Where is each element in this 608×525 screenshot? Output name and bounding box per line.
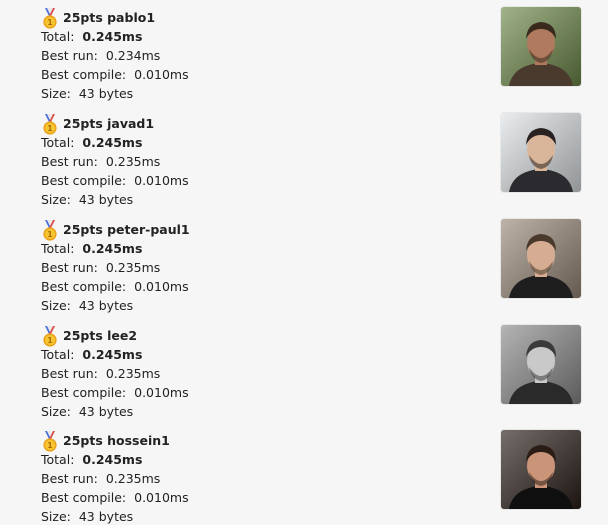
best-run-value: 0.235ms	[105, 154, 161, 169]
best-run-line: Best run: 0.234ms	[41, 46, 160, 65]
total-label: Total:	[41, 29, 75, 44]
best-compile-line: Best compile: 0.010ms	[41, 383, 189, 402]
list-item: 1 25pts lee2 Total: 0.245ms Best run: 0.…	[0, 318, 608, 421]
best-run-value: 0.234ms	[105, 48, 161, 63]
list-item: 1 25pts pablo1 Total: 0.245ms Best run: …	[0, 0, 608, 103]
best-run-value: 0.235ms	[105, 366, 161, 381]
size-line: Size: 43 bytes	[41, 507, 133, 525]
avatar[interactable]	[501, 325, 581, 404]
gold-medal-icon: 1	[41, 114, 59, 135]
total-label: Total:	[41, 452, 75, 467]
entry-title: 25pts javad1	[63, 116, 155, 131]
leaderboard-list: 1 25pts pablo1 Total: 0.245ms Best run: …	[0, 0, 608, 525]
total-value: 0.245ms	[82, 241, 143, 256]
svg-text:1: 1	[47, 124, 52, 133]
total-value: 0.245ms	[82, 452, 143, 467]
best-run-label: Best run:	[41, 471, 98, 486]
best-run-label: Best run:	[41, 48, 98, 63]
total-value: 0.245ms	[82, 29, 143, 44]
list-item: 1 25pts javad1 Total: 0.245ms Best run: …	[0, 106, 608, 209]
total-label: Total:	[41, 135, 75, 150]
best-run-label: Best run:	[41, 366, 98, 381]
best-compile-value: 0.010ms	[134, 67, 189, 82]
best-run-line: Best run: 0.235ms	[41, 364, 160, 383]
best-compile-value: 0.010ms	[134, 279, 189, 294]
gold-medal-icon: 1	[41, 431, 59, 452]
total-value: 0.245ms	[82, 347, 143, 362]
best-compile-line: Best compile: 0.010ms	[41, 171, 189, 190]
best-compile-line: Best compile: 0.010ms	[41, 65, 189, 84]
best-compile-label: Best compile:	[41, 490, 127, 505]
best-compile-line: Best compile: 0.010ms	[41, 488, 189, 507]
best-compile-value: 0.010ms	[134, 173, 189, 188]
list-item: 1 25pts hossein1 Total: 0.245ms Best run…	[0, 423, 608, 525]
size-value: 43 bytes	[78, 298, 134, 313]
best-compile-label: Best compile:	[41, 67, 127, 82]
size-label: Size:	[41, 192, 71, 207]
best-run-line: Best run: 0.235ms	[41, 258, 160, 277]
entry-title: 25pts pablo1	[63, 10, 156, 25]
best-compile-label: Best compile:	[41, 385, 127, 400]
size-value: 43 bytes	[78, 509, 134, 524]
best-run-line: Best run: 0.235ms	[41, 469, 160, 488]
svg-text:1: 1	[47, 230, 52, 239]
best-compile-label: Best compile:	[41, 173, 127, 188]
total-line: Total: 0.245ms	[41, 133, 142, 152]
total-line: Total: 0.245ms	[41, 27, 142, 46]
size-label: Size:	[41, 86, 71, 101]
gold-medal-icon: 1	[41, 326, 59, 347]
total-label: Total:	[41, 241, 75, 256]
size-label: Size:	[41, 298, 71, 313]
best-compile-line: Best compile: 0.010ms	[41, 277, 189, 296]
svg-text:1: 1	[47, 441, 52, 450]
best-compile-value: 0.010ms	[134, 385, 189, 400]
best-compile-label: Best compile:	[41, 279, 127, 294]
size-line: Size: 43 bytes	[41, 190, 133, 209]
size-line: Size: 43 bytes	[41, 84, 133, 103]
avatar[interactable]	[501, 430, 581, 509]
size-value: 43 bytes	[78, 86, 134, 101]
entry-title: 25pts peter-paul1	[63, 222, 190, 237]
best-run-line: Best run: 0.235ms	[41, 152, 160, 171]
best-run-label: Best run:	[41, 154, 98, 169]
best-run-value: 0.235ms	[105, 260, 161, 275]
gold-medal-icon: 1	[41, 8, 59, 29]
total-label: Total:	[41, 347, 75, 362]
total-line: Total: 0.245ms	[41, 450, 142, 469]
size-line: Size: 43 bytes	[41, 296, 133, 315]
svg-text:1: 1	[47, 18, 52, 27]
best-run-label: Best run:	[41, 260, 98, 275]
svg-text:1: 1	[47, 336, 52, 345]
best-run-value: 0.235ms	[105, 471, 161, 486]
size-label: Size:	[41, 404, 71, 419]
size-label: Size:	[41, 509, 71, 524]
avatar[interactable]	[501, 219, 581, 298]
size-line: Size: 43 bytes	[41, 402, 133, 421]
size-value: 43 bytes	[78, 404, 134, 419]
list-item: 1 25pts peter-paul1 Total: 0.245ms Best …	[0, 212, 608, 315]
size-value: 43 bytes	[78, 192, 134, 207]
total-line: Total: 0.245ms	[41, 239, 142, 258]
entry-title: 25pts hossein1	[63, 433, 170, 448]
gold-medal-icon: 1	[41, 220, 59, 241]
avatar[interactable]	[501, 7, 581, 86]
best-compile-value: 0.010ms	[134, 490, 189, 505]
entry-title: 25pts lee2	[63, 328, 138, 343]
avatar[interactable]	[501, 113, 581, 192]
total-value: 0.245ms	[82, 135, 143, 150]
total-line: Total: 0.245ms	[41, 345, 142, 364]
